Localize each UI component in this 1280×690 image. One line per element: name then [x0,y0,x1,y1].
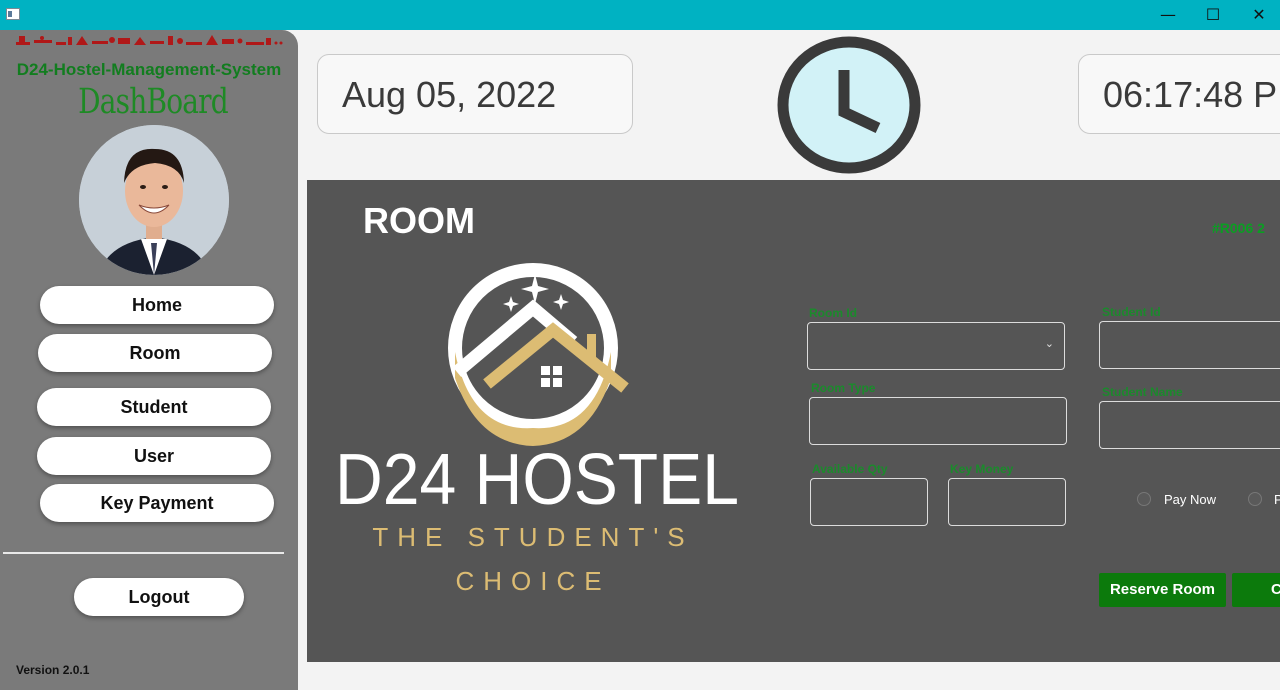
time-display: 06:17:48 PM [1078,54,1280,134]
secondary-action-label: C [1271,581,1280,598]
nav-student-label: Student [120,397,188,417]
maximize-button[interactable]: ☐ [1190,0,1236,30]
nav-student-button[interactable]: Student [37,388,271,426]
logout-button[interactable]: Logout [74,578,244,616]
nav-room-label: Room [129,343,181,363]
secondary-action-button[interactable]: C [1232,573,1280,607]
chevron-down-icon: ⌄ [1044,338,1054,350]
decorative-banner-icon [16,35,283,45]
avatar [79,125,229,275]
logo-brand-text: D24 HOSTEL [335,440,739,520]
logout-label: Logout [128,587,190,607]
nav-user-button[interactable]: User [37,437,271,475]
logo-tagline-2: CHOICE [455,566,610,596]
system-title: D24-Hostel-Management-System [16,60,282,79]
minimize-icon: — [1160,5,1176,24]
room-id-label: Room Id [809,306,857,320]
nav-user-label: User [133,446,175,466]
pay-later-label: P [1274,492,1280,507]
available-qty-field[interactable] [810,478,928,526]
student-name-label: Student Name [1102,385,1183,399]
nav-key-payment-label: Key Payment [100,493,214,513]
pay-now-radio[interactable] [1137,492,1151,506]
user-photo-icon [79,125,229,275]
student-id-label: Student Id [1102,305,1161,319]
dashboard-title: DashBoard [78,82,229,122]
reserve-room-label: Reserve Room [1109,581,1216,598]
nav-key-payment-button[interactable]: Key Payment [40,484,274,522]
student-name-field[interactable] [1099,401,1280,449]
sidebar-divider [3,552,284,554]
logo-tagline-1: THE STUDENT'S [372,522,693,552]
nav-home-label: Home [131,295,182,315]
room-panel: ROOM #R006 2 D24 HOSTEL THE STUDENT'S CH… [307,180,1280,662]
maximize-icon: ☐ [1205,5,1221,24]
key-money-field[interactable] [948,478,1066,526]
date-display: Aug 05, 2022 [317,54,633,134]
pay-now-label: Pay Now [1164,492,1217,507]
nav-room-button[interactable]: Room [38,334,272,372]
key-money-label: Key Money [950,462,1014,476]
minimize-button[interactable]: — [1145,0,1191,30]
sidebar: D24-Hostel-Management-System DashBoard H… [0,30,298,690]
reserve-room-button[interactable]: Reserve Room [1099,573,1226,607]
app-icon [6,8,20,20]
room-page-title: ROOM [363,200,475,241]
version-label: Version 2.0.1 [16,663,90,677]
room-id-select[interactable]: ⌄ [807,322,1065,370]
available-qty-label: Available Qty [812,462,888,476]
nav-home-button[interactable]: Home [40,286,274,324]
student-id-field[interactable] [1099,321,1280,369]
room-type-field[interactable] [809,397,1067,445]
room-code-label: #R006 2 [1212,220,1265,236]
clock-icon [777,36,921,174]
hostel-logo: D24 HOSTEL THE STUDENT'S CHOICE [335,263,739,596]
room-type-label: Room Type [811,381,876,395]
window-title-bar: — ☐ ✕ [0,0,1280,30]
close-button[interactable]: ✕ [1236,0,1280,30]
pay-later-radio[interactable] [1248,492,1262,506]
close-icon: ✕ [1252,5,1266,24]
